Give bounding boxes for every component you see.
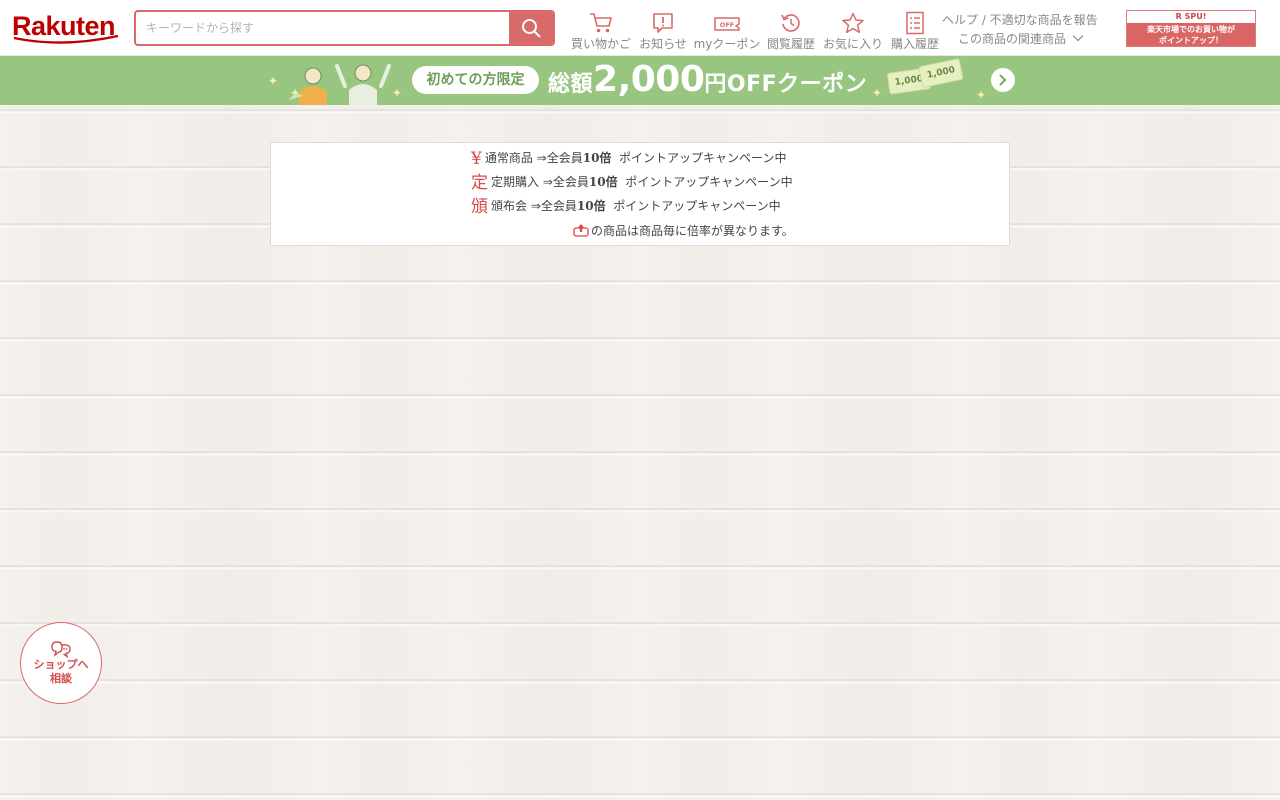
- people-illustration-icon: [289, 64, 391, 105]
- point-up-icon: [573, 224, 589, 237]
- nav-cart-label: 買い物かご: [570, 37, 631, 51]
- nav-purchase-history-label: 購入履歴: [890, 37, 939, 51]
- related-items-label: この商品の関連商品: [958, 32, 1067, 46]
- nav-cart[interactable]: 買い物かご: [569, 6, 633, 52]
- campaign-row-subscription: 定定期購入 ⇒全会員10倍 ポイントアップキャンペーン中: [471, 170, 793, 195]
- distribution-icon: 頒: [471, 197, 488, 217]
- first-time-coupon-banner[interactable]: ✦ ✦ ✦ 初めての方限定 総額2,000円OFFクーポン ✦ 1,000 1,…: [0, 56, 1280, 105]
- help-report-link[interactable]: ヘルプ / 不適切な商品を報告: [942, 11, 1102, 30]
- cart-icon: [590, 13, 612, 33]
- nav-notice[interactable]: お知らせ: [638, 6, 688, 52]
- sparkle-icon: ✦: [872, 86, 883, 100]
- campaign-row-multiplier: 10倍: [588, 175, 618, 189]
- sparkle-icon: ✦: [268, 74, 279, 88]
- coupon-icon: OFF: [714, 17, 740, 31]
- campaign-row-arrow: ⇒全会員: [527, 199, 577, 213]
- sparkle-icon: ✦: [976, 88, 987, 102]
- campaign-row-name: 通常商品: [484, 151, 533, 165]
- yen-icon: ¥: [471, 149, 482, 169]
- campaign-row-multiplier: 10倍: [582, 151, 612, 165]
- site-header: Rakuten 買い物かご: [0, 0, 1280, 56]
- search-input[interactable]: [136, 12, 510, 44]
- campaign-row-name: 定期購入: [491, 175, 540, 189]
- campaign-row-distribution: 頒頒布会 ⇒全会員10倍 ポイントアップキャンペーン中: [471, 194, 781, 219]
- nav-coupon[interactable]: OFF myクーポン: [694, 6, 760, 52]
- nav-notice-label: お知らせ: [639, 37, 687, 51]
- coupon-icon-text: OFF: [720, 21, 734, 29]
- nav-favorites[interactable]: お気に入り: [822, 6, 884, 52]
- campaign-row-arrow: ⇒全会員: [532, 151, 583, 165]
- spu-title: R SPU!: [1175, 12, 1207, 21]
- star-icon: [842, 12, 864, 34]
- campaign-note-text: の商品は商品毎に倍率が異なります。: [591, 224, 794, 238]
- campaign-row-tail: ポイントアップキャンペーン中: [605, 199, 781, 213]
- banner-amount: 2,000: [593, 59, 705, 100]
- campaign-row-tail: ポイントアップキャンペーン中: [611, 151, 787, 165]
- spu-banner[interactable]: R SPU! 楽天市場でのお買い物が ポイントアップ！: [1126, 10, 1256, 47]
- search-icon: [522, 19, 541, 38]
- coupon-ticket: 1,000: [918, 57, 964, 89]
- campaign-row-name: 頒布会: [491, 199, 528, 213]
- shop-chat-button[interactable]: ショップへ 相談: [20, 622, 102, 704]
- logo-swoosh-icon: [13, 34, 119, 44]
- nav-purchase-history[interactable]: 購入履歴: [889, 6, 941, 52]
- search-box: [134, 10, 555, 46]
- point-campaign-box: ¥ 通常商品 ⇒全会員10倍 ポイントアップキャンペーン中 定定期購入 ⇒全会員1…: [270, 142, 1010, 246]
- spu-line2: ポイントアップ！: [1159, 36, 1223, 45]
- nav-favorites-label: お気に入り: [822, 37, 883, 51]
- banner-arrow-button[interactable]: [991, 68, 1015, 92]
- campaign-row-normal: ¥ 通常商品 ⇒全会員10倍 ポイントアップキャンペーン中: [471, 146, 786, 171]
- campaign-row-multiplier: 10倍: [576, 199, 606, 213]
- subscription-icon: 定: [471, 173, 488, 193]
- campaign-row-tail: ポイントアップキャンペーン中: [617, 175, 793, 189]
- banner-headline: 総額2,000円OFFクーポン: [548, 60, 867, 105]
- rakuten-logo[interactable]: Rakuten: [12, 10, 120, 46]
- campaign-row-arrow: ⇒全会員: [539, 175, 589, 189]
- chat-line1: ショップへ: [33, 658, 89, 671]
- banner-suffix: 円OFFクーポン: [704, 72, 868, 97]
- campaign-note: の商品は商品毎に倍率が異なります。: [573, 219, 794, 243]
- receipt-icon: [906, 11, 924, 35]
- first-time-pill: 初めての方限定: [412, 66, 539, 94]
- nav-history-label: 閲覧履歴: [766, 37, 815, 51]
- help-links: ヘルプ / 不適切な商品を報告 この商品の関連商品: [942, 11, 1102, 49]
- nav-coupon-label: myクーポン: [693, 37, 761, 51]
- notice-icon: [653, 13, 673, 33]
- nav-history[interactable]: 閲覧履歴: [765, 6, 817, 52]
- chevron-down-icon: [1072, 35, 1084, 42]
- chevron-right-icon: [999, 74, 1007, 86]
- history-icon: [781, 14, 800, 32]
- chat-bubble-icon: [51, 641, 71, 658]
- search-button[interactable]: [509, 12, 553, 44]
- spu-message: 楽天市場でのお買い物が ポイントアップ！: [1127, 23, 1255, 46]
- related-items-toggle[interactable]: この商品の関連商品: [942, 30, 1102, 49]
- banner-prefix: 総額: [548, 72, 594, 97]
- chat-line2: 相談: [50, 672, 72, 685]
- spu-line1: 楽天市場でのお買い物が: [1147, 25, 1235, 34]
